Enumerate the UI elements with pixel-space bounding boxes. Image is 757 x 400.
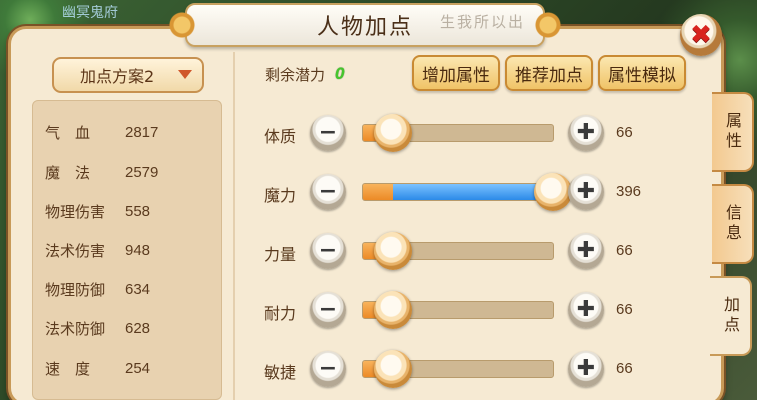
side-tab-info[interactable]: 信息 [712, 184, 754, 264]
attribute-value: 66 [616, 242, 633, 259]
attribute-simulate-button[interactable]: 属性模拟 [598, 55, 686, 91]
cloud-ornament-icon [531, 9, 565, 41]
chevron-down-icon [178, 70, 192, 79]
slider-base-fill [363, 184, 394, 200]
column-divider [233, 52, 235, 400]
stat-value: 558 [125, 202, 151, 220]
minus-button[interactable]: − [310, 351, 346, 387]
remaining-potential: 剩余潜力 0 [265, 62, 344, 86]
title-calligraphy: 生我所以出 [439, 13, 525, 31]
minus-button[interactable]: − [310, 115, 346, 151]
slider-knob[interactable] [534, 173, 572, 211]
minus-button[interactable]: − [310, 233, 346, 269]
attribute-slider[interactable] [362, 232, 554, 270]
stat-row: 魔 法 2579 [45, 161, 158, 183]
stat-value: 948 [125, 241, 151, 259]
window-title: 人物加点 [316, 15, 413, 40]
stat-label: 法术防御 [45, 319, 106, 338]
stat-row: 气 血 2817 [45, 121, 158, 143]
slider-knob[interactable] [374, 232, 413, 270]
attribute-value: 66 [616, 360, 633, 377]
potential-label: 剩余潜力 [265, 65, 326, 84]
plan-dropdown-value: 加点方案2 [80, 67, 155, 86]
side-tab-attributes[interactable]: 属性 [712, 92, 754, 172]
attribute-row-endurance: 耐力 − ✚ 66 [262, 288, 662, 332]
stats-panel: 气 血 2817 魔 法 2579 物理伤害 558 法术伤害 948 物理防御… [32, 100, 222, 400]
background-location-text: 幽冥鬼府 [62, 5, 118, 21]
stat-label: 法术伤害 [45, 241, 106, 260]
minus-button[interactable]: − [310, 292, 346, 328]
stat-value: 634 [125, 280, 151, 298]
attribute-value: 396 [616, 183, 642, 200]
attribute-label: 耐力 [264, 304, 297, 323]
plus-button[interactable]: ✚ [568, 292, 604, 328]
stat-value: 2817 [125, 123, 159, 141]
slider-alloc-fill [393, 184, 553, 200]
attribute-value: 66 [616, 301, 633, 318]
attribute-row-constitution: 体质 − ✚ 66 [262, 111, 662, 155]
attribute-slider[interactable] [362, 114, 554, 152]
stat-label: 物理防御 [45, 280, 106, 299]
plan-dropdown[interactable]: 加点方案2 [52, 57, 204, 93]
stat-row: 速 度 254 [45, 357, 150, 379]
stat-row: 物理伤害 558 [45, 200, 150, 222]
plus-button[interactable]: ✚ [568, 233, 604, 269]
plus-button[interactable]: ✚ [568, 174, 604, 210]
slider-knob[interactable] [374, 291, 413, 329]
stat-row: 法术伤害 948 [45, 239, 150, 261]
close-icon: ✖ [690, 20, 712, 50]
attribute-slider[interactable] [362, 291, 554, 329]
attribute-slider[interactable] [362, 350, 554, 388]
stat-label: 物理伤害 [45, 202, 106, 221]
attribute-slider[interactable] [362, 173, 572, 211]
plus-button[interactable]: ✚ [568, 115, 604, 151]
plus-button[interactable]: ✚ [568, 351, 604, 387]
slider-knob[interactable] [374, 350, 413, 388]
attribute-label: 魔力 [264, 186, 297, 205]
stat-label: 魔 法 [45, 163, 91, 182]
stat-row: 物理防御 634 [45, 278, 150, 300]
attribute-value: 66 [616, 124, 633, 141]
attribute-label: 敏捷 [264, 363, 297, 382]
close-button[interactable]: ✖ [680, 14, 722, 56]
attribute-row-magic: 魔力 − ✚ 396 [262, 170, 662, 214]
attribute-row-strength: 力量 − ✚ 66 [262, 229, 662, 273]
attribute-label: 力量 [264, 245, 297, 264]
attribute-row-agility: 敏捷 − ✚ 66 [262, 347, 662, 391]
stat-value: 254 [125, 359, 151, 377]
stat-value: 628 [125, 319, 151, 337]
stat-value: 2579 [125, 163, 159, 181]
slider-knob[interactable] [374, 114, 413, 152]
potential-value: 0 [335, 64, 345, 83]
stat-label: 气 血 [45, 123, 91, 142]
title-banner: 人物加点 生我所以出 [165, 3, 565, 47]
add-attribute-button[interactable]: 增加属性 [412, 55, 500, 91]
minus-button[interactable]: − [310, 174, 346, 210]
attribute-label: 体质 [264, 127, 297, 146]
stat-label: 速 度 [45, 359, 91, 378]
side-tab-add-points[interactable]: 加点 [710, 276, 752, 356]
recommended-points-button[interactable]: 推荐加点 [505, 55, 593, 91]
stat-row: 法术防御 628 [45, 317, 150, 339]
cloud-ornament-icon [165, 9, 199, 41]
